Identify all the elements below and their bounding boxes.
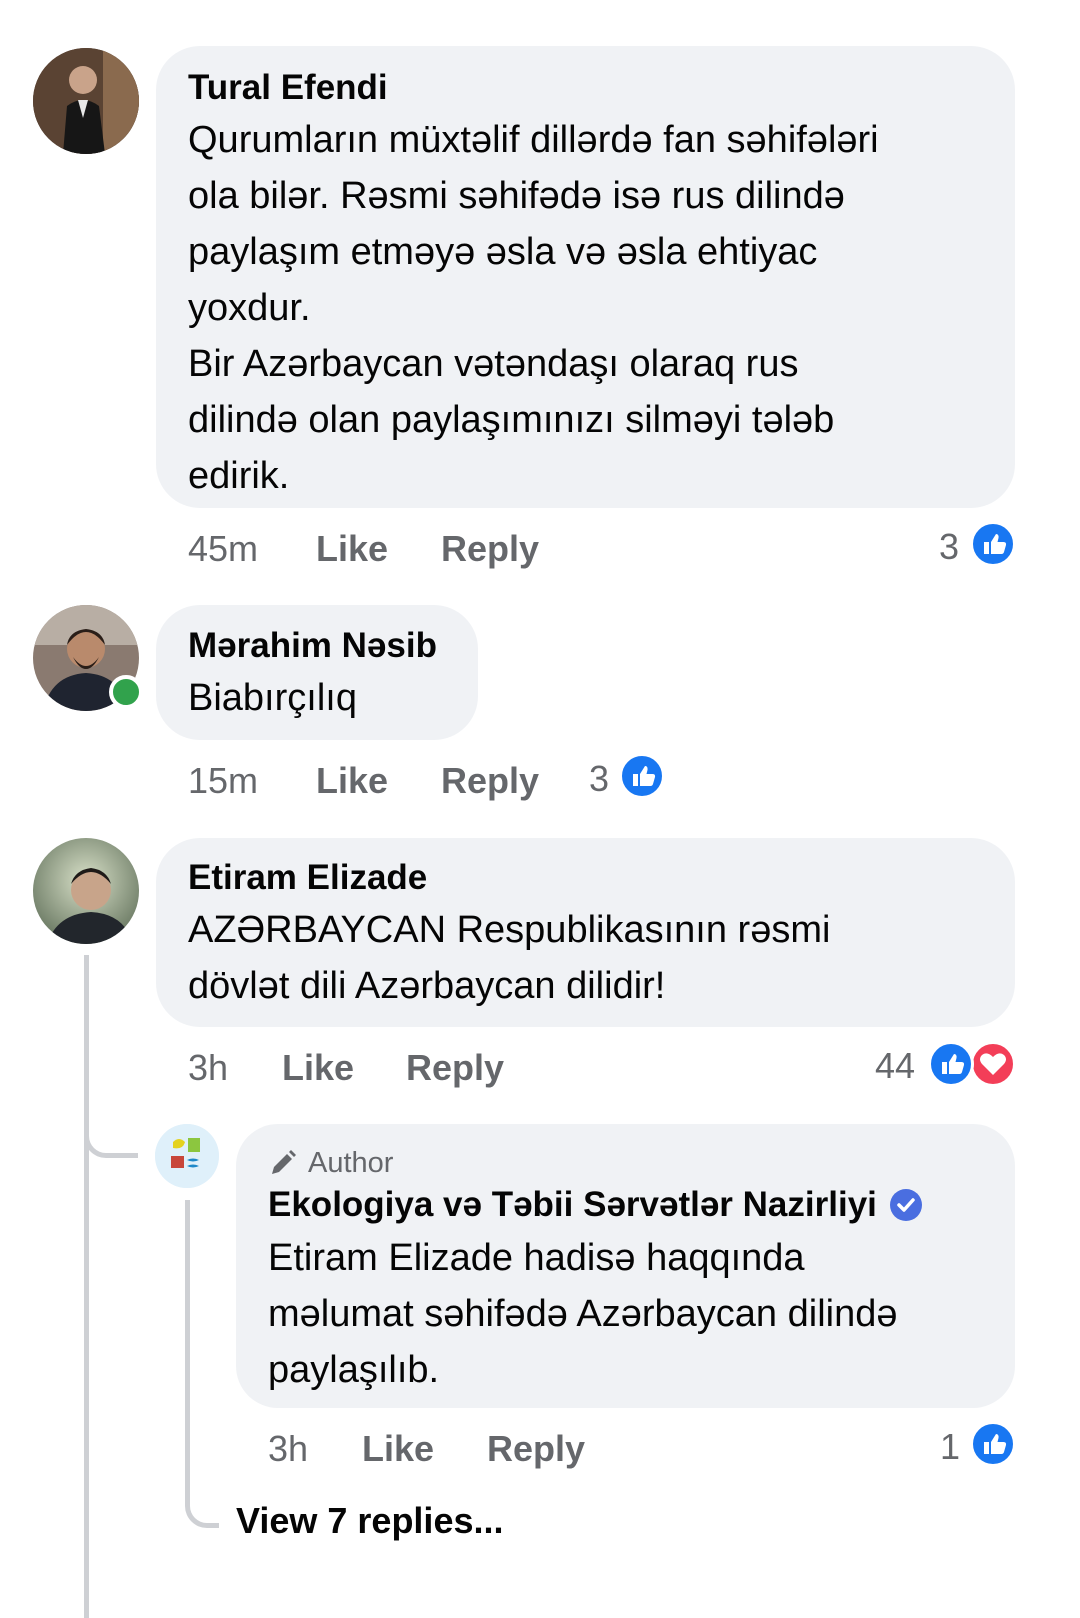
comment-line: yoxdur. — [188, 287, 311, 329]
reply-button[interactable]: Reply — [441, 763, 539, 799]
comment-line: dilində olan paylaşımınızı silməyi tələb — [188, 399, 835, 441]
thread-line — [185, 1200, 190, 1500]
like-reaction-icon[interactable] — [970, 521, 1016, 567]
reaction-count[interactable]: 44 — [875, 1048, 915, 1084]
verified-badge-icon — [889, 1188, 922, 1221]
reaction-count[interactable]: 1 — [940, 1429, 960, 1465]
comment-text: AZƏRBAYCAN Respublikasının rəsmi dövlət … — [188, 902, 988, 1014]
comment-author[interactable]: Mərahim Nəsib — [188, 628, 437, 663]
reply-button[interactable]: Reply — [406, 1050, 504, 1086]
comment-text: Biabırçılıq — [188, 670, 468, 726]
reply-button[interactable]: Reply — [441, 531, 539, 567]
reply-author[interactable]: Ekologiya və Təbii Sərvətlər Nazirliyi — [268, 1187, 877, 1222]
like-button[interactable]: Like — [316, 531, 388, 567]
like-reaction-icon[interactable] — [619, 753, 665, 799]
comment-author[interactable]: Etiram Elizade — [188, 860, 427, 895]
reaction-count[interactable]: 3 — [589, 761, 609, 797]
thread-branch — [84, 1110, 138, 1158]
reply-line: Etiram Elizade hadisə haqqında — [268, 1237, 805, 1279]
ministry-logo-icon — [155, 1124, 219, 1188]
like-reaction-icon[interactable] — [970, 1421, 1016, 1467]
like-button[interactable]: Like — [316, 763, 388, 799]
author-badge: Author — [268, 1146, 393, 1180]
comment-line: Bir Azərbaycan vətəndaşı olaraq rus — [188, 343, 799, 385]
comment-line: AZƏRBAYCAN Respublikasının rəsmi — [188, 909, 831, 951]
avatar-tural-efendi[interactable] — [33, 48, 139, 154]
comment-line: Biabırçılıq — [188, 677, 357, 719]
reply-timestamp[interactable]: 3h — [268, 1431, 308, 1467]
comment-timestamp[interactable]: 15m — [188, 763, 258, 799]
online-status-dot — [109, 675, 143, 709]
comment-line: paylaşım etməyə əsla və əsla ehtiyac — [188, 231, 818, 273]
person-photo-icon — [33, 48, 139, 154]
comment-author[interactable]: Tural Efendi — [188, 70, 388, 105]
comment-timestamp[interactable]: 45m — [188, 531, 258, 567]
love-reaction-icon[interactable] — [970, 1041, 1016, 1087]
reply-author-row: Ekologiya və Təbii Sərvətlər Nazirliyi — [268, 1187, 923, 1222]
thread-branch — [185, 1480, 219, 1528]
avatar-etiram-elizade[interactable] — [33, 838, 139, 944]
comment-text: Qurumların müxtəlif dillərdə fan səhifəl… — [188, 112, 988, 504]
avatar-ministry[interactable] — [155, 1124, 219, 1188]
person-photo-icon — [33, 838, 139, 944]
reply-button[interactable]: Reply — [487, 1431, 585, 1467]
comment-line: Qurumların müxtəlif dillərdə fan səhifəl… — [188, 119, 879, 161]
comment-line: dövlət dili Azərbaycan dilidir! — [188, 965, 666, 1007]
reply-line: məlumat səhifədə Azərbaycan dilində — [268, 1293, 898, 1335]
reply-text: Etiram Elizade hadisə haqqında məlumat s… — [268, 1230, 1008, 1398]
pencil-icon — [272, 1150, 296, 1174]
thread-line — [84, 955, 89, 1618]
author-badge-label: Author — [308, 1146, 394, 1179]
comment-timestamp[interactable]: 3h — [188, 1050, 228, 1086]
reaction-count[interactable]: 3 — [939, 529, 959, 565]
comment-line: ola bilər. Rəsmi səhifədə isə rus dilind… — [188, 175, 845, 217]
reply-line: paylaşılıb. — [268, 1349, 440, 1391]
comment-line: edirik. — [188, 455, 290, 497]
like-button[interactable]: Like — [282, 1050, 354, 1086]
like-button[interactable]: Like — [362, 1431, 434, 1467]
view-replies-link[interactable]: View 7 replies... — [236, 1503, 504, 1539]
like-reaction-icon[interactable] — [928, 1041, 974, 1087]
